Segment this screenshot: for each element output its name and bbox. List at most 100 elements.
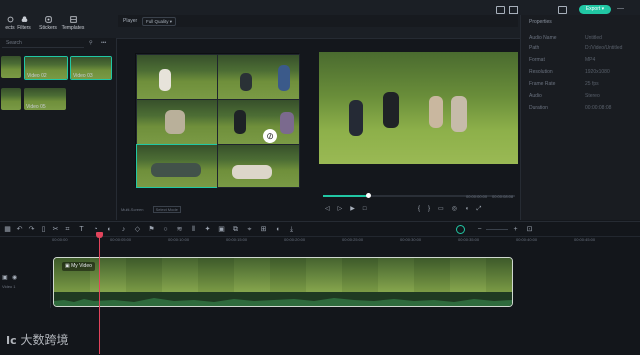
property-label: Audio: [529, 93, 542, 99]
property-value: 00:00:08:08: [585, 105, 612, 111]
video-preview[interactable]: [319, 52, 518, 164]
render-icon[interactable]: ▣: [218, 226, 225, 233]
playback-controls: ◁▷▶□: [325, 205, 375, 212]
grid-cell[interactable]: [136, 144, 218, 188]
property-label: Duration: [529, 105, 548, 111]
ruler-tick: 00:00:10:00: [168, 237, 190, 242]
media-item[interactable]: Video 05: [24, 88, 66, 110]
tab-label: Filters: [17, 25, 31, 31]
player-label: Player: [123, 18, 138, 24]
player-header: Player Full Quality ▾: [118, 15, 518, 27]
group-icon[interactable]: ⊞: [260, 226, 267, 233]
delete-icon[interactable]: ▯: [40, 226, 47, 233]
ai-icon[interactable]: ✦: [204, 226, 211, 233]
multi-screen-footer: Multi-Screen Select Mode: [121, 206, 181, 213]
snap-icon[interactable]: ⌖: [246, 226, 253, 233]
keyframe-icon[interactable]: ◇: [134, 226, 141, 233]
save-icon[interactable]: [558, 6, 567, 14]
property-row: Path D:/Video/Untitled: [529, 45, 639, 51]
property-row: Resolution 1920x1080: [529, 69, 639, 75]
property-row: Audio Stereo: [529, 93, 639, 99]
quality-select[interactable]: Full Quality ▾: [142, 17, 177, 26]
media-item[interactable]: [1, 56, 21, 78]
mark-out-icon[interactable]: }: [428, 206, 438, 212]
snapshot-icon[interactable]: ◎: [452, 206, 465, 212]
fullscreen-icon[interactable]: ⤢: [477, 206, 490, 212]
display-icon[interactable]: ▭: [438, 206, 452, 212]
ruler-tick: 00:00:35:00: [458, 237, 480, 242]
record-icon[interactable]: [456, 225, 465, 234]
properties-panel: Properties Audio Name Untitled Path D:/Vid…: [520, 15, 640, 220]
grid-icon[interactable]: ▦: [4, 226, 11, 233]
redo-icon[interactable]: ↷: [28, 226, 35, 233]
zoom-in-icon[interactable]: +: [512, 226, 519, 233]
export-button[interactable]: Export ▾: [579, 5, 611, 14]
stabilize-icon[interactable]: ≋: [176, 226, 183, 233]
property-value: 25 fps: [585, 81, 599, 87]
mute-icon[interactable]: ◖: [274, 226, 281, 233]
marker-icon[interactable]: ⚑: [148, 226, 155, 233]
filters-icon: [21, 16, 27, 22]
ruler-tick: 00:00:15:00: [226, 237, 248, 242]
footer-left-label: Multi-Screen: [121, 207, 144, 212]
quality-value: Full Quality: [146, 19, 169, 24]
split-icon[interactable]: ⫴: [190, 226, 197, 233]
filter-icon[interactable]: ⚲: [89, 40, 93, 46]
color-icon[interactable]: ◐: [106, 226, 113, 233]
media-item[interactable]: [1, 88, 21, 110]
media-item[interactable]: Video 02: [24, 56, 68, 80]
audio-waveform: [54, 292, 512, 306]
zoom-out-icon[interactable]: −: [476, 226, 483, 233]
minimize-icon[interactable]: —: [617, 5, 624, 12]
step-back-icon[interactable]: ▷: [338, 206, 351, 212]
media-panel: Search ⚲ ••• Video 02 Video 03 Video 05: [0, 38, 117, 220]
layout-icon[interactable]: [509, 6, 518, 14]
search-input[interactable]: Search: [2, 40, 84, 48]
mask-icon[interactable]: ○: [162, 226, 169, 233]
undo-icon[interactable]: ↶: [16, 226, 23, 233]
grid-cell[interactable]: [136, 54, 218, 100]
text-icon[interactable]: T: [78, 226, 85, 233]
stickers-icon: [44, 16, 52, 23]
property-value: 1920x1080: [585, 69, 610, 75]
playhead[interactable]: [99, 235, 100, 354]
track-lock-icon[interactable]: ▣: [2, 274, 8, 281]
track-visibility-icon[interactable]: ◉: [12, 274, 17, 281]
media-item-label: Video 05: [26, 104, 46, 110]
cut-icon[interactable]: ✂: [52, 226, 59, 233]
zoom-slider[interactable]: [486, 229, 508, 230]
stop-icon[interactable]: □: [363, 206, 375, 212]
audio-icon[interactable]: ♪: [120, 226, 127, 233]
grid-cell[interactable]: [217, 144, 300, 188]
tab-templates[interactable]: Templates: [59, 16, 87, 31]
property-row: Format MP4: [529, 57, 639, 63]
export-clip-icon[interactable]: ⤓: [288, 226, 295, 233]
timeline-clip[interactable]: ▣ My Video: [53, 257, 513, 307]
more-icon[interactable]: •••: [101, 40, 106, 46]
grid-cell[interactable]: [136, 99, 218, 145]
media-item-label: Video 03: [73, 73, 93, 79]
ruler-tick: 00:00:45:00: [574, 237, 596, 242]
fit-icon[interactable]: ⊡: [526, 226, 533, 233]
tab-label: Stickers: [39, 25, 57, 31]
select-mode-button[interactable]: Select Mode: [152, 206, 181, 213]
property-label: Resolution: [529, 69, 553, 75]
detach-icon[interactable]: ⧉: [232, 226, 239, 233]
mark-in-icon[interactable]: {: [418, 206, 428, 212]
multi-screen-grid: ⊘: [135, 53, 300, 188]
scrubber-handle[interactable]: [366, 193, 371, 198]
crop-icon[interactable]: ⌗: [64, 226, 71, 233]
property-row: Frame Rate 25 fps: [529, 81, 639, 87]
grid-cell[interactable]: [217, 99, 300, 145]
property-label: Audio Name: [529, 35, 557, 41]
play-icon[interactable]: ▶: [350, 206, 363, 212]
property-label: Format: [529, 57, 545, 63]
monitor-icon[interactable]: [496, 6, 505, 14]
tab-stickers[interactable]: Stickers: [34, 16, 62, 31]
track-label: Video 1: [2, 284, 16, 289]
search-placeholder: Search: [6, 40, 22, 46]
grid-cell[interactable]: [217, 54, 300, 100]
volume-icon[interactable]: ◖: [465, 206, 477, 212]
media-item[interactable]: Video 03: [70, 56, 112, 80]
prev-frame-icon[interactable]: ◁: [325, 206, 338, 212]
